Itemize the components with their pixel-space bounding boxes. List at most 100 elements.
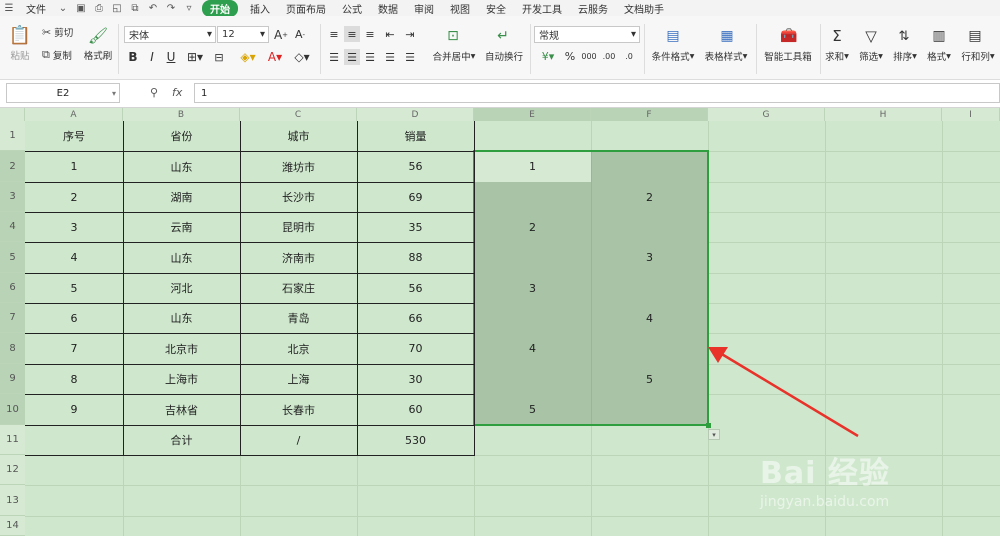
align-bottom-icon[interactable]: ≡ bbox=[362, 26, 378, 42]
name-box[interactable]: E2 ▾ bbox=[6, 83, 120, 103]
preview-icon[interactable]: ◱ bbox=[110, 2, 124, 14]
divider bbox=[320, 24, 321, 74]
print-icon[interactable]: ⎙ bbox=[92, 2, 106, 14]
paste-icon[interactable]: 📋 bbox=[6, 24, 34, 46]
divider bbox=[644, 24, 645, 74]
font-size-select[interactable]: 12 ▾ bbox=[217, 26, 269, 43]
brush-icon[interactable]: 🖌 bbox=[88, 24, 108, 46]
align-center-icon[interactable]: ☰ bbox=[344, 49, 360, 65]
formula-input[interactable]: 1 bbox=[194, 83, 1000, 103]
underline-icon[interactable]: U bbox=[164, 49, 178, 65]
table-style-button[interactable]: 表格样式 ▾ bbox=[702, 49, 750, 64]
tab-page-layout[interactable]: 页面布局 bbox=[278, 1, 334, 16]
copy-button[interactable]: ⧉ 复制 bbox=[42, 48, 72, 62]
divider bbox=[530, 24, 531, 74]
format-button[interactable]: 格式 ▾ bbox=[923, 49, 955, 64]
chevron-down-icon: ▾ bbox=[630, 29, 636, 40]
font-color-icon[interactable]: A▾ bbox=[264, 49, 286, 65]
eraser-icon[interactable]: ◇▾ bbox=[291, 49, 313, 65]
ribbon: 📋 粘贴 ✂ 剪切 ⧉ 复制 🖌 格式刷 宋体 ▾ 12 ▾ A + A- B I U… bbox=[0, 16, 1000, 80]
sum-button[interactable]: 求和 ▾ bbox=[822, 49, 852, 64]
watermark-url: jingyan.baidu.com bbox=[760, 494, 890, 510]
indent-increase-icon[interactable]: ⇥ bbox=[402, 26, 418, 42]
tab-security[interactable]: 安全 bbox=[478, 1, 514, 16]
merge-center-button[interactable]: 合并居中 ▾ bbox=[430, 49, 478, 64]
scissors-icon: ✂ bbox=[42, 25, 52, 39]
align-top-icon[interactable]: ≡ bbox=[326, 26, 342, 42]
tab-cloud[interactable]: 云服务 bbox=[570, 1, 616, 16]
table-style-icon[interactable]: ▦ bbox=[714, 26, 740, 46]
conditional-format-button[interactable]: 条件格式 ▾ bbox=[650, 49, 696, 64]
tab-formula[interactable]: 公式 bbox=[334, 1, 370, 16]
align-middle-icon[interactable]: ≡ bbox=[344, 26, 360, 42]
cut-button[interactable]: ✂ 剪切 bbox=[42, 25, 73, 40]
indent-decrease-icon[interactable]: ⇤ bbox=[382, 26, 398, 42]
undo-icon[interactable]: ↶ bbox=[146, 2, 160, 14]
more-icon[interactable]: ▿ bbox=[182, 2, 196, 14]
justify-icon[interactable]: ☰ bbox=[382, 49, 398, 65]
filter-icon[interactable]: ▽ bbox=[860, 26, 882, 46]
decrease-font-icon[interactable]: A- bbox=[292, 26, 308, 43]
percent-icon[interactable]: % bbox=[562, 48, 578, 64]
increase-decimal-icon[interactable]: .00 bbox=[600, 48, 618, 64]
save-icon[interactable]: ▣ bbox=[74, 2, 88, 14]
hamburger-icon[interactable]: ☰ bbox=[2, 2, 16, 14]
merge-icon[interactable]: ⊟ bbox=[211, 49, 227, 65]
sum-icon[interactable]: Σ bbox=[826, 26, 848, 46]
font-name-select[interactable]: 宋体 ▾ bbox=[124, 26, 216, 43]
currency-icon[interactable]: ¥▾ bbox=[536, 48, 560, 64]
tab-start[interactable]: 开始 bbox=[202, 0, 238, 17]
fx-icon[interactable]: fx bbox=[172, 86, 182, 99]
export-icon[interactable]: ⧉ bbox=[128, 2, 142, 14]
chevron-down-icon[interactable]: ⌄ bbox=[56, 2, 70, 14]
thousands-icon[interactable]: 000 bbox=[580, 48, 598, 64]
format-icon[interactable]: ▥ bbox=[928, 26, 950, 46]
row-col-icon[interactable]: ▤ bbox=[964, 26, 986, 46]
wrap-icon[interactable]: ↵ bbox=[490, 26, 516, 46]
sort-icon[interactable]: ⇅ bbox=[893, 26, 915, 46]
watermark-brand: Bai 经验 bbox=[760, 456, 890, 491]
chevron-down-icon: ▾ bbox=[989, 50, 995, 62]
chevron-down-icon: ▾ bbox=[470, 50, 476, 62]
tab-data[interactable]: 数据 bbox=[370, 1, 406, 16]
chevron-down-icon: ▾ bbox=[689, 50, 695, 62]
tab-developer[interactable]: 开发工具 bbox=[514, 1, 570, 16]
chevron-down-icon: ▾ bbox=[111, 88, 116, 98]
italic-icon[interactable]: I bbox=[145, 49, 159, 65]
distribute-icon[interactable]: ☰ bbox=[402, 49, 418, 65]
align-right-icon[interactable]: ☰ bbox=[362, 49, 378, 65]
conditional-format-icon[interactable]: ▤ bbox=[660, 26, 686, 46]
redo-icon[interactable]: ↷ bbox=[164, 2, 178, 14]
format-painter-button[interactable]: 格式刷 bbox=[82, 48, 114, 62]
fill-color-icon[interactable]: ◈▾ bbox=[236, 49, 260, 65]
copy-icon: ⧉ bbox=[42, 48, 50, 61]
formula-bar: E2 ▾ ⚲ fx 1 bbox=[0, 80, 1000, 108]
merge-center-icon[interactable]: ⊡ bbox=[440, 26, 466, 46]
increase-font-icon[interactable]: A + bbox=[273, 26, 289, 43]
filter-button[interactable]: 筛选 ▾ bbox=[855, 49, 887, 64]
align-left-icon[interactable]: ☰ bbox=[326, 49, 342, 65]
divider bbox=[820, 24, 821, 74]
number-format-select[interactable]: 常规 ▾ bbox=[534, 26, 640, 43]
auto-wrap-button[interactable]: 自动换行 bbox=[484, 49, 524, 63]
tab-doc-helper[interactable]: 文档助手 bbox=[616, 1, 672, 16]
row-col-button[interactable]: 行和列 ▾ bbox=[958, 49, 998, 64]
tab-insert[interactable]: 插入 bbox=[242, 1, 278, 16]
chevron-down-icon: ▾ bbox=[946, 50, 951, 62]
decrease-decimal-icon[interactable]: .0 bbox=[620, 48, 638, 64]
tab-review[interactable]: 审阅 bbox=[406, 1, 442, 16]
zoom-icon[interactable]: ⚲ bbox=[150, 86, 158, 99]
menu-bar: ☰ 文件 ⌄ ▣ ⎙ ◱ ⧉ ↶ ↷ ▿ 开始 插入 页面布局 公式 数据 审阅… bbox=[0, 0, 1000, 17]
chevron-down-icon: ▾ bbox=[206, 29, 212, 40]
tab-view[interactable]: 视图 bbox=[442, 1, 478, 16]
border-icon[interactable]: ⊞▾ bbox=[184, 49, 206, 65]
chevron-down-icon: ▾ bbox=[844, 50, 849, 62]
bold-icon[interactable]: B bbox=[126, 49, 140, 65]
spreadsheet-grid[interactable]: A B C D E F G H I 1 2 3 4 5 6 7 8 9 10 1… bbox=[0, 108, 1000, 536]
chevron-down-icon: ▾ bbox=[912, 50, 917, 62]
smart-toolbox-button[interactable]: 智能工具箱 bbox=[760, 49, 816, 63]
toolbox-icon[interactable]: 🧰 bbox=[776, 26, 802, 46]
paste-button[interactable]: 粘贴 bbox=[6, 48, 34, 62]
sort-button[interactable]: 排序 ▾ bbox=[889, 49, 921, 64]
menu-file[interactable]: 文件 bbox=[18, 1, 54, 16]
